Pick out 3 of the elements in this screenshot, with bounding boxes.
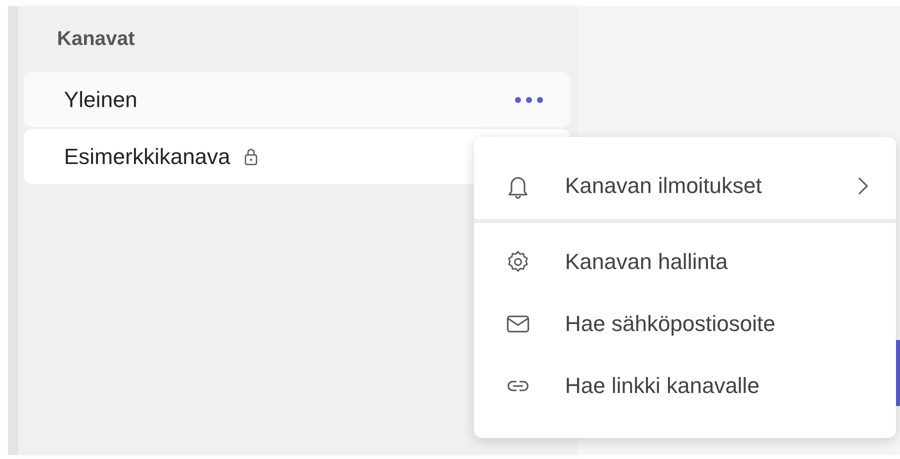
channel-name: Esimerkkikanava	[64, 144, 230, 170]
channel-name: Yleinen	[64, 86, 138, 112]
section-title: Kanavat	[57, 27, 136, 52]
